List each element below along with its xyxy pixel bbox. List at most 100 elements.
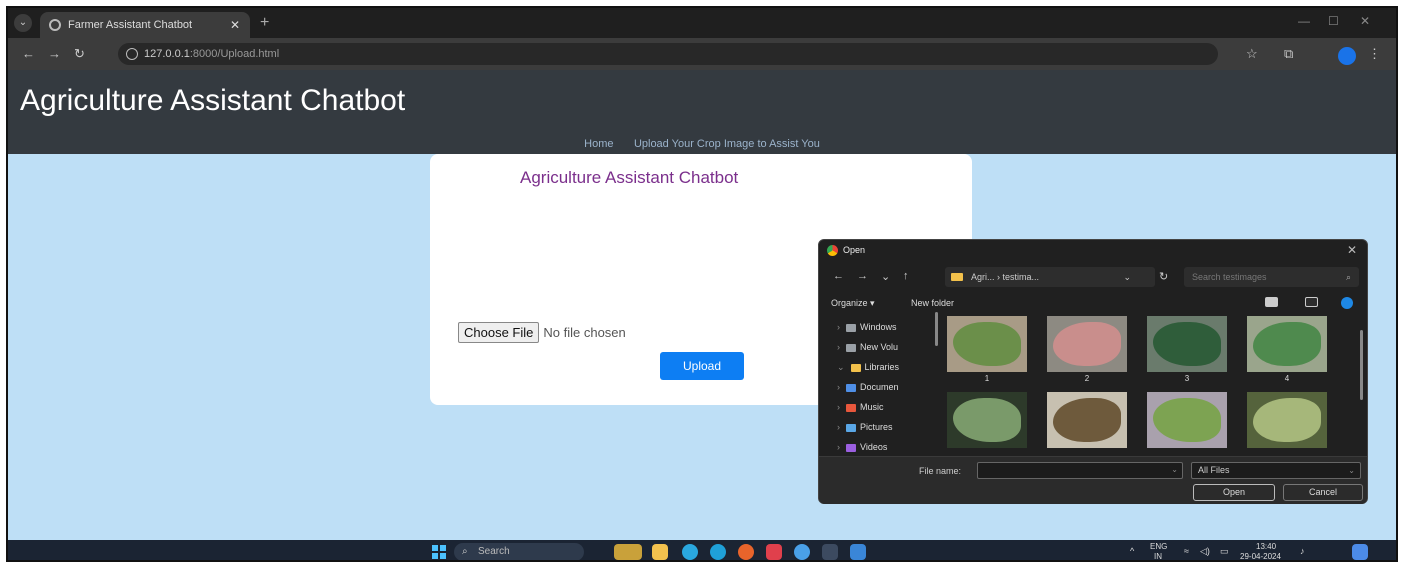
- image-thumbnail[interactable]: [1147, 316, 1227, 372]
- notification-bell-icon[interactable]: ♪: [1300, 546, 1305, 556]
- file-open-dialog: Open ✕ ← → ⌄ ↑ Agri... › testima... ⌄ ↻ …: [818, 239, 1368, 504]
- expand-arrow-icon[interactable]: ⌄: [837, 362, 845, 372]
- back-icon[interactable]: ←: [22, 46, 35, 61]
- file-name-input[interactable]: ⌄: [977, 462, 1183, 479]
- browser-app-icon[interactable]: [794, 544, 810, 560]
- taskbar-search[interactable]: ⌕ Search: [454, 543, 584, 560]
- path-breadcrumb[interactable]: Agri... › testima... ⌄: [945, 267, 1155, 287]
- nav-tree-item[interactable]: › Documen: [837, 378, 899, 396]
- dialog-search-input[interactable]: Search testimages ⌕: [1184, 267, 1359, 287]
- dialog-footer: File name: ⌄ All Files ⌄ Open Cancel: [819, 456, 1367, 504]
- new-tab-icon[interactable]: +: [260, 14, 269, 32]
- file-type-select[interactable]: All Files ⌄: [1191, 462, 1361, 479]
- nav-tree-item[interactable]: ⌄ Libraries: [837, 358, 899, 376]
- image-thumbnail[interactable]: [1247, 392, 1327, 448]
- browser-tab[interactable]: Farmer Assistant Chatbot ✕: [40, 12, 250, 38]
- close-window-icon[interactable]: ✕: [1360, 14, 1370, 28]
- image-thumbnail[interactable]: [1247, 316, 1327, 372]
- help-icon[interactable]: [1341, 297, 1353, 309]
- expand-arrow-icon[interactable]: ›: [837, 382, 840, 392]
- nav-tree-label: New Volu: [860, 342, 899, 352]
- nav-tree-label: Videos: [860, 442, 888, 452]
- nav-tree-item[interactable]: › Windows: [837, 318, 897, 336]
- expand-arrow-icon[interactable]: ›: [837, 442, 840, 452]
- expand-arrow-icon[interactable]: ›: [837, 342, 840, 352]
- forward-icon[interactable]: →: [48, 46, 61, 61]
- nav-link-home[interactable]: Home: [584, 138, 613, 150]
- image-thumbnail[interactable]: [1047, 392, 1127, 448]
- close-icon[interactable]: ✕: [1347, 243, 1357, 257]
- maximize-icon[interactable]: ☐: [1328, 14, 1339, 28]
- chevron-down-icon[interactable]: ⌄: [1171, 465, 1178, 474]
- file-status: No file chosen: [543, 325, 626, 340]
- brave-icon[interactable]: [766, 544, 782, 560]
- vscode-icon[interactable]: [850, 544, 866, 560]
- view-options-icon[interactable]: [1265, 297, 1278, 307]
- folder-icon: [846, 383, 856, 392]
- file-grid-scrollbar[interactable]: [1360, 330, 1363, 400]
- nav-tree-item[interactable]: › New Volu: [837, 338, 898, 356]
- upload-button[interactable]: Upload: [660, 352, 744, 380]
- image-thumbnail[interactable]: [947, 316, 1027, 372]
- language-indicator[interactable]: ENG: [1150, 542, 1167, 551]
- nav-link-upload[interactable]: Upload Your Crop Image to Assist You: [634, 138, 820, 150]
- nav-tree-item[interactable]: › Music: [837, 398, 884, 416]
- terminal-icon[interactable]: [822, 544, 838, 560]
- dialog-navigation: ← → ⌄ ↑ Agri... › testima... ⌄ ↻ Search …: [819, 264, 1367, 290]
- tab-search-menu-icon[interactable]: ⌄: [14, 14, 32, 32]
- image-thumbnail[interactable]: [1147, 392, 1227, 448]
- open-button[interactable]: Open: [1193, 484, 1275, 501]
- image-file-name: 3: [1184, 374, 1190, 383]
- globe-icon: [49, 19, 61, 31]
- image-thumbnail[interactable]: [947, 392, 1027, 448]
- copilot-icon[interactable]: [1352, 544, 1368, 560]
- expand-arrow-icon[interactable]: ›: [837, 402, 840, 412]
- address-bar[interactable]: 127.0.0.1:8000/Upload.html: [118, 43, 1218, 65]
- battery-icon[interactable]: ▭: [1220, 546, 1229, 557]
- edge-icon[interactable]: [710, 544, 726, 560]
- firefox-icon[interactable]: [738, 544, 754, 560]
- recent-chevron-icon[interactable]: ⌄: [881, 270, 890, 283]
- cancel-button[interactable]: Cancel: [1283, 484, 1363, 501]
- clock-date[interactable]: 29-04-2024: [1240, 552, 1281, 560]
- volume-icon[interactable]: ◁): [1200, 546, 1210, 557]
- dialog-title: Open: [843, 245, 866, 255]
- reload-icon[interactable]: ↻: [74, 46, 85, 62]
- leaf-image: [1153, 322, 1221, 366]
- folder-icon: [951, 273, 963, 281]
- navigation-pane: › Windows › New Volu ⌄ Libraries › Documen › Musi…: [819, 316, 937, 454]
- site-info-icon[interactable]: [126, 48, 138, 60]
- close-tab-icon[interactable]: ✕: [230, 12, 240, 38]
- nav-tree-item[interactable]: › Pictures: [837, 418, 893, 436]
- chevron-down-icon[interactable]: ⌄: [1123, 267, 1131, 287]
- leaf-image: [953, 398, 1021, 442]
- nav-pane-scrollbar[interactable]: [935, 312, 938, 346]
- windows-start-icon[interactable]: [432, 545, 446, 559]
- file-explorer-icon[interactable]: [652, 544, 668, 560]
- expand-arrow-icon[interactable]: ›: [837, 322, 840, 332]
- organize-menu[interactable]: Organize ▾: [831, 298, 875, 309]
- choose-file-button[interactable]: Choose File: [458, 322, 540, 343]
- leaf-image: [1253, 322, 1321, 366]
- tray-overflow-icon[interactable]: ^: [1130, 546, 1134, 556]
- back-icon[interactable]: ←: [833, 270, 844, 282]
- forward-icon[interactable]: →: [857, 270, 868, 282]
- more-menu-icon[interactable]: ⋮: [1368, 46, 1381, 62]
- file-input[interactable]: Choose File No file chosen: [458, 322, 626, 343]
- profile-avatar[interactable]: [1338, 47, 1356, 65]
- preview-pane-icon[interactable]: [1305, 297, 1318, 307]
- extensions-icon[interactable]: ⧉: [1284, 46, 1293, 62]
- up-folder-icon[interactable]: ↑: [903, 270, 909, 282]
- refresh-icon[interactable]: ↻: [1159, 270, 1168, 283]
- minimize-icon[interactable]: —: [1298, 14, 1310, 28]
- widgets-icon[interactable]: [614, 544, 642, 560]
- image-thumbnail[interactable]: [1047, 316, 1127, 372]
- nav-tree-label: Documen: [860, 382, 899, 392]
- bookmark-star-icon[interactable]: ☆: [1246, 46, 1258, 62]
- new-folder-button[interactable]: New folder: [911, 298, 954, 308]
- nav-tree-item[interactable]: › Videos: [837, 438, 887, 456]
- clock-time[interactable]: 13:40: [1256, 542, 1276, 551]
- expand-arrow-icon[interactable]: ›: [837, 422, 840, 432]
- wifi-icon[interactable]: ≈: [1184, 546, 1189, 556]
- chrome-app-icon[interactable]: [682, 544, 698, 560]
